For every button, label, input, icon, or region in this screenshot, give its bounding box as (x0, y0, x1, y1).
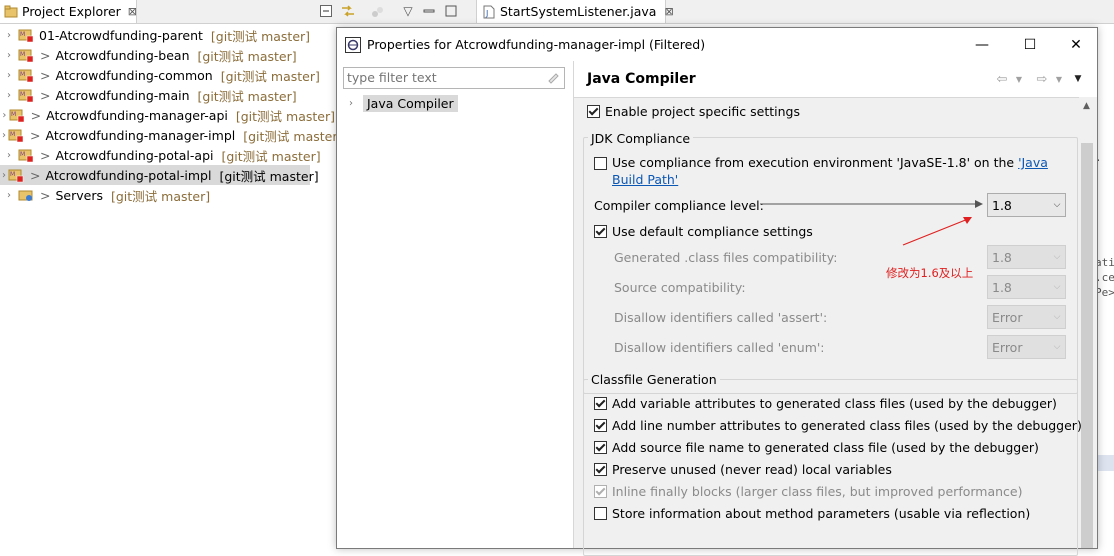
annotation-pointer-arrowhead (975, 200, 983, 208)
annotation-text: 修改为1.6及以上 (886, 266, 974, 280)
annotation-red-arrow-line (902, 218, 969, 246)
